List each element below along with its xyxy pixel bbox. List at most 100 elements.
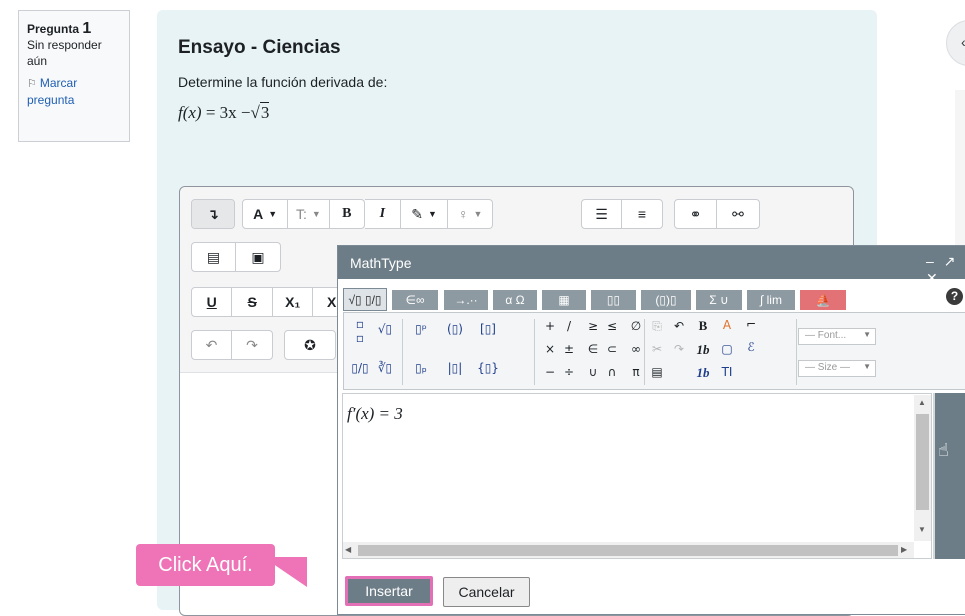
undo-icon[interactable]: ↶ <box>666 319 692 333</box>
flag-question-link[interactable]: ⚐ Marcar pregunta <box>27 75 121 108</box>
numbered-list-button[interactable]: ≡ <box>622 200 662 228</box>
numbered-list-icon: ≡ <box>637 206 647 222</box>
question-status: Sin responder aún <box>27 38 102 68</box>
clipboard-icon: ▤ <box>206 248 221 265</box>
nth-root-icon[interactable]: ∛▯ <box>372 361 398 375</box>
tab-general[interactable]: √▯ ▯/▯ <box>343 288 387 311</box>
redo-icon[interactable]: ↷ <box>666 342 692 356</box>
chevron-down-icon: ▼ <box>863 362 871 371</box>
bevelled-fraction-icon[interactable]: ▯/▯ <box>347 361 373 375</box>
horizontal-scroll-thumb[interactable] <box>358 545 898 556</box>
expand-icon: ↴ <box>207 205 219 222</box>
font-color-button[interactable]: A ▼ <box>243 200 289 228</box>
tab-arrows[interactable]: →.·· <box>444 290 488 310</box>
scroll-left-icon[interactable]: ◀ <box>345 545 351 554</box>
brackets-icon[interactable]: [▯] <box>475 322 501 336</box>
panel-separator <box>796 319 797 385</box>
superscript-label: X <box>327 294 337 310</box>
mathtype-titlebar[interactable]: MathType – ↗ ✕ <box>338 246 965 286</box>
link-icon: ⚭ <box>689 205 702 222</box>
subset-icon[interactable]: ⊂ <box>599 342 625 356</box>
square-root-icon[interactable]: √▯ <box>372 322 398 336</box>
box-icon[interactable]: ▢ <box>714 342 740 356</box>
size-select[interactable]: — Size — ▼ <box>798 360 876 377</box>
font-size-button[interactable]: T: ▼ <box>288 200 330 228</box>
paste-button[interactable]: ▤ <box>192 243 237 271</box>
lightbulb-icon: ♀ <box>457 206 469 222</box>
image-button[interactable]: ▣ <box>236 243 280 271</box>
subscript-button[interactable]: X₁ <box>273 288 314 316</box>
tab-calculus[interactable]: ∫ lim <box>747 290 795 310</box>
tab-big-operators[interactable]: Σ ∪ <box>696 290 742 310</box>
hand-pointer-icon[interactable]: ☝ <box>938 440 949 461</box>
strikethrough-button[interactable]: S <box>232 288 273 316</box>
tab-symbols[interactable]: ∈∞ <box>392 290 438 310</box>
absolute-value-icon[interactable]: |▯| <box>442 361 468 375</box>
undo-button[interactable]: ↶ <box>192 331 233 359</box>
highlight-button[interactable]: ✎ ▼ <box>401 200 449 228</box>
italic-button[interactable]: I <box>365 200 401 228</box>
superscript-icon[interactable]: ▯ᵖ <box>408 322 434 336</box>
text-mode-icon[interactable]: TI <box>714 365 740 379</box>
scroll-down-icon[interactable]: ▼ <box>918 525 926 534</box>
scroll-up-icon[interactable]: ▲ <box>918 398 926 407</box>
question-label: Pregunta <box>27 22 80 36</box>
underline-button[interactable]: U <box>192 288 233 316</box>
question-formula: f(x) = 3x −√3 <box>178 102 270 123</box>
cancel-button[interactable]: Cancelar <box>443 577 530 607</box>
redo-button[interactable]: ↷ <box>232 331 272 359</box>
division-icon[interactable]: ÷ <box>556 365 582 379</box>
undo-icon: ↶ <box>205 336 218 353</box>
scroll-right-icon[interactable]: ▶ <box>901 545 907 554</box>
fraction-icon[interactable]: ▫ ▫ <box>347 317 373 345</box>
parentheses-icon[interactable]: (▯) <box>442 322 468 336</box>
side-nav-toggle[interactable]: ‹ <box>946 20 965 66</box>
bold-button[interactable]: B <box>330 200 364 228</box>
unlink-button[interactable]: ⚯ <box>717 200 759 228</box>
panel-separator <box>402 319 403 385</box>
formula-editing-area[interactable] <box>342 393 932 559</box>
tab-chemistry[interactable]: ⛵ <box>800 290 846 310</box>
size-select-value: — Size — <box>805 362 851 373</box>
italic-1b-icon[interactable]: 1b <box>690 342 716 358</box>
tab-matrices[interactable]: ▦ <box>542 290 586 310</box>
link-group: ⚭ ⚯ <box>674 199 760 229</box>
font-select[interactable]: — Font... ▼ <box>798 328 876 345</box>
vertical-scroll-thumb[interactable] <box>916 414 929 510</box>
tab-greek[interactable]: α Ω <box>493 290 537 310</box>
tab-decorations[interactable]: (▯)▯ <box>641 290 691 310</box>
less-equal-icon[interactable]: ≤ <box>599 319 625 333</box>
divide-slash-icon[interactable]: / <box>556 319 582 333</box>
mathtype-formula: f′(x) = 3 <box>347 404 403 424</box>
accessibility-button[interactable]: ✪ <box>285 331 335 359</box>
chevron-down-icon: ▼ <box>311 209 321 219</box>
link-button[interactable]: ⚭ <box>675 200 718 228</box>
bold-icon[interactable]: B <box>690 318 716 334</box>
paste-icon[interactable]: ▤ <box>644 365 670 379</box>
braces-icon[interactable]: {▯} <box>475 361 501 375</box>
font-color-label: A <box>253 206 264 222</box>
rtl-icon[interactable]: ⌐ <box>738 317 764 331</box>
font-group: A ▼ T: ▼ B <box>242 199 365 229</box>
bullet-list-button[interactable]: ☰ <box>582 200 623 228</box>
chevron-down-icon: ▼ <box>268 209 278 219</box>
toolbar-toggle-button[interactable]: ↴ <box>192 200 234 228</box>
text-size-icon: T: <box>296 206 307 222</box>
subscript-label: X₁ <box>285 294 301 310</box>
handwriting-panel[interactable] <box>933 393 965 559</box>
accessibility-group: ✪ <box>284 330 336 360</box>
handwriting-icon[interactable]: ℰ <box>738 340 764 354</box>
panel-separator <box>534 319 535 385</box>
math-style-icon[interactable]: 1b <box>690 365 716 381</box>
insert-button[interactable]: Insertar <box>345 576 433 606</box>
subscript-icon[interactable]: ▯ₚ <box>408 361 434 375</box>
tab-scripts[interactable]: ▯▯ <box>591 290 636 310</box>
plus-minus-icon[interactable]: ± <box>556 342 582 356</box>
help-icon[interactable]: ? <box>946 288 963 305</box>
click-here-callout: Click Aquí. <box>136 544 275 586</box>
mathtype-symbol-panel: ▫ ▫ √▯ ▯/▯ ∛▯ ▯ᵖ ▯ₚ (▯) [▯] |▯| {▯} + / ×… <box>343 312 965 390</box>
hint-button[interactable]: ♀ ▼ <box>448 200 492 228</box>
media-group: ▤ ▣ <box>191 242 281 272</box>
text-color-icon[interactable]: A <box>714 318 740 332</box>
intersection-icon[interactable]: ∩ <box>599 365 625 379</box>
